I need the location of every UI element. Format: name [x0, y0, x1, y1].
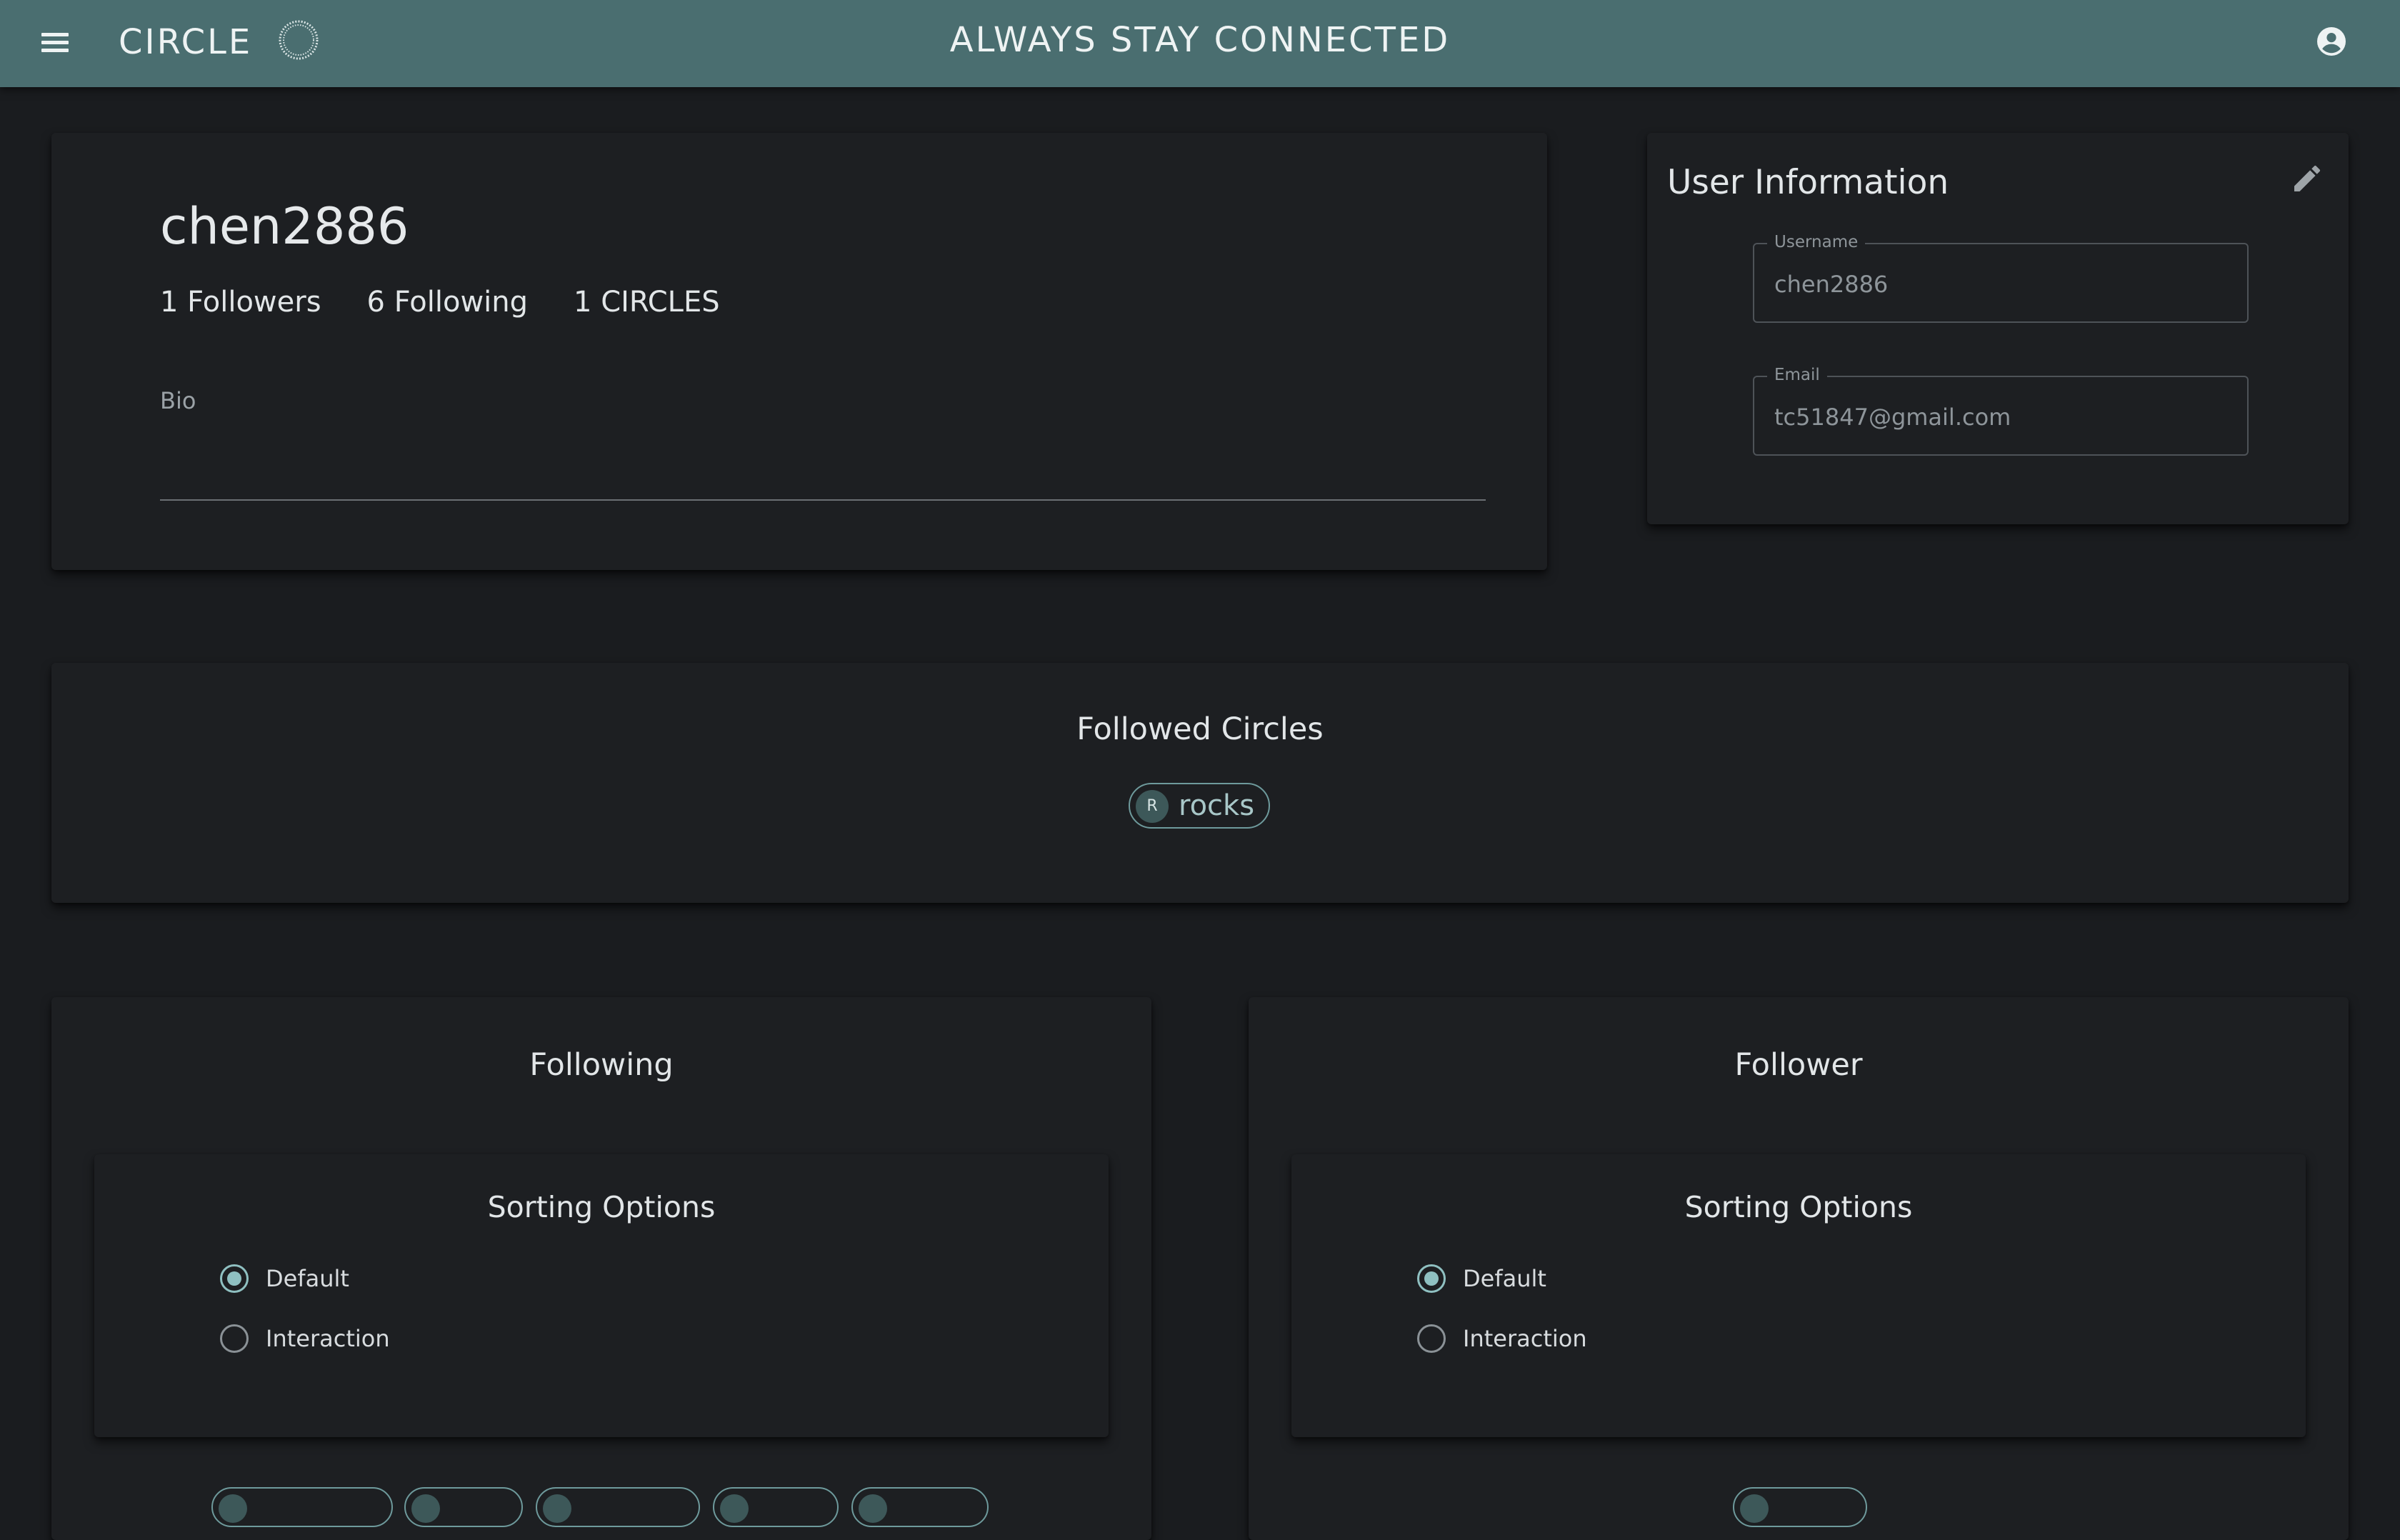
account-circle-icon[interactable] [2314, 24, 2349, 59]
username-field: Username [1753, 233, 2249, 323]
circles-count[interactable]: 1 CIRCLES [574, 286, 720, 319]
email-field: Email [1753, 366, 2249, 456]
app-bar: CIRCLE ALWAYS STAY CONNECTED [0, 0, 2400, 87]
follower-sorting-options: Sorting Options Default Interaction [1291, 1154, 2306, 1437]
following-card: Following Sorting Options Default Intera… [51, 997, 1151, 1540]
follower-title: Follower [1734, 1047, 1863, 1083]
following-user-chip[interactable] [713, 1487, 839, 1527]
user-information-card: User Information Username Email [1647, 133, 2349, 524]
username-input[interactable] [1773, 270, 2230, 299]
following-sort-interaction[interactable]: Interaction [220, 1324, 390, 1353]
sorting-options-title: Sorting Options [1684, 1190, 1913, 1224]
username-field-label: Username [1767, 233, 1866, 251]
sorting-options-title: Sorting Options [487, 1190, 716, 1224]
profile-username: chen2886 [160, 197, 409, 256]
circle-chip[interactable]: R rocks [1129, 783, 1270, 829]
circle-chip-label: rocks [1179, 789, 1255, 822]
radio-unchecked-icon[interactable] [1417, 1324, 1446, 1353]
radio-checked-icon[interactable] [1417, 1264, 1446, 1293]
bio-field[interactable] [160, 499, 1486, 501]
radio-label: Default [266, 1265, 349, 1292]
radio-label: Interaction [266, 1325, 390, 1352]
radio-label: Interaction [1463, 1325, 1587, 1352]
following-user-chip[interactable] [211, 1487, 393, 1527]
user-information-title: User Information [1667, 163, 1949, 202]
email-input[interactable] [1773, 403, 2230, 431]
bio-label: Bio [160, 387, 196, 414]
follower-sort-interaction[interactable]: Interaction [1417, 1324, 1587, 1353]
profile-stats: 1 Followers 6 Following 1 CIRCLES [160, 286, 720, 319]
following-title: Following [529, 1047, 674, 1083]
app-tagline: ALWAYS STAY CONNECTED [949, 20, 1451, 60]
pencil-icon[interactable] [2290, 161, 2324, 196]
radio-label: Default [1463, 1265, 1546, 1292]
following-user-chip[interactable] [536, 1487, 700, 1527]
followers-count[interactable]: 1 Followers [160, 286, 321, 319]
follower-user-chip[interactable] [1733, 1487, 1867, 1527]
following-user-chip[interactable] [404, 1487, 523, 1527]
following-user-chip[interactable] [851, 1487, 989, 1527]
follower-card: Follower Sorting Options Default Interac… [1249, 997, 2349, 1540]
email-field-label: Email [1767, 366, 1827, 384]
following-sorting-options: Sorting Options Default Interaction [94, 1154, 1109, 1437]
followed-circles-title: Followed Circles [1076, 711, 1324, 747]
following-count[interactable]: 6 Following [367, 286, 529, 319]
radio-unchecked-icon[interactable] [220, 1324, 249, 1353]
radio-checked-icon[interactable] [220, 1264, 249, 1293]
follower-sort-default[interactable]: Default [1417, 1264, 1546, 1293]
profile-card: chen2886 1 Followers 6 Following 1 CIRCL… [51, 133, 1547, 570]
following-sort-default[interactable]: Default [220, 1264, 349, 1293]
circle-avatar: R [1136, 790, 1169, 823]
followed-circles-card: Followed Circles R rocks [51, 663, 2349, 903]
